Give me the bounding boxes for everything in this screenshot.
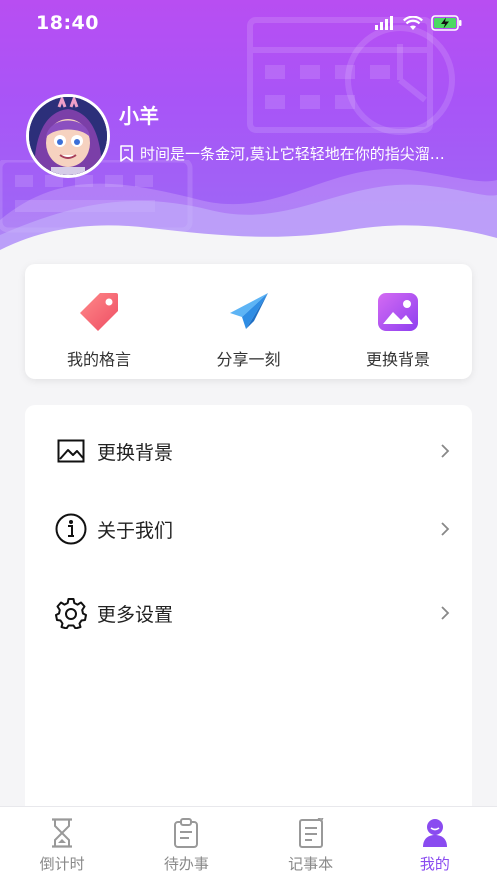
menu-item-more-settings[interactable]: 更多设置: [25, 583, 472, 643]
quick-action-label: 更换背景: [365, 350, 430, 369]
wifi-icon: [403, 15, 423, 30]
chevron-right-icon: [440, 443, 450, 459]
paper-plane-icon: [227, 290, 271, 334]
menu-item-label: 更多设置: [97, 603, 174, 626]
chevron-right-icon: [440, 605, 450, 621]
settings-menu: 更换背景 关于我们 更多设置: [25, 405, 472, 825]
info-icon: [55, 513, 87, 545]
bottom-tab-bar: 倒计时 待办事 记事本 我的: [0, 806, 497, 883]
notepad-icon: [296, 817, 326, 849]
tab-todo[interactable]: 待办事: [124, 807, 248, 883]
tab-mine[interactable]: 我的: [373, 807, 497, 883]
profile-text: 小羊 时间是一条金河,莫让它轻轻地在你的指尖溜…: [119, 104, 445, 164]
tab-countdown[interactable]: 倒计时: [0, 807, 124, 883]
status-bar: 18:40: [0, 0, 497, 46]
username: 小羊: [119, 104, 159, 128]
motto-text: 时间是一条金河,莫让它轻轻地在你的指尖溜…: [140, 145, 445, 163]
clipboard-icon: [171, 817, 201, 849]
quick-action-change-background[interactable]: 更换背景: [338, 264, 458, 379]
image-icon: [55, 435, 87, 467]
tab-label: 我的: [419, 855, 450, 873]
tab-notepad[interactable]: 记事本: [249, 807, 373, 883]
user-icon: [420, 817, 450, 849]
motto[interactable]: 时间是一条金河,莫让它轻轻地在你的指尖溜…: [119, 143, 445, 164]
tag-icon: [77, 290, 121, 334]
avatar-image: [29, 97, 107, 175]
quick-action-my-motto[interactable]: 我的格言: [39, 264, 159, 379]
hourglass-icon: [47, 817, 77, 849]
bookmark-icon: [119, 145, 134, 162]
menu-item-label: 关于我们: [97, 519, 174, 542]
quick-action-label: 我的格言: [66, 350, 131, 369]
chevron-right-icon: [440, 521, 450, 537]
tab-label: 倒计时: [39, 855, 85, 873]
quick-actions-card: 我的格言 分享一刻 更换背景: [25, 264, 472, 379]
battery-charging-icon: [431, 15, 462, 31]
menu-item-about-us[interactable]: 关于我们: [25, 499, 472, 559]
signal-icon: [375, 16, 393, 30]
tab-label: 记事本: [288, 855, 334, 873]
picture-icon: [376, 290, 420, 334]
menu-item-label: 更换背景: [97, 441, 174, 464]
quick-action-label: 分享一刻: [216, 350, 281, 369]
status-icons: [375, 15, 463, 31]
gear-icon: [55, 597, 87, 629]
quick-action-share[interactable]: 分享一刻: [189, 264, 309, 379]
status-time: 18:40: [36, 12, 99, 34]
avatar[interactable]: [26, 94, 110, 178]
menu-item-change-background[interactable]: 更换背景: [25, 421, 472, 481]
profile: 小羊 时间是一条金河,莫让它轻轻地在你的指尖溜…: [26, 94, 445, 178]
tab-label: 待办事: [163, 855, 209, 873]
